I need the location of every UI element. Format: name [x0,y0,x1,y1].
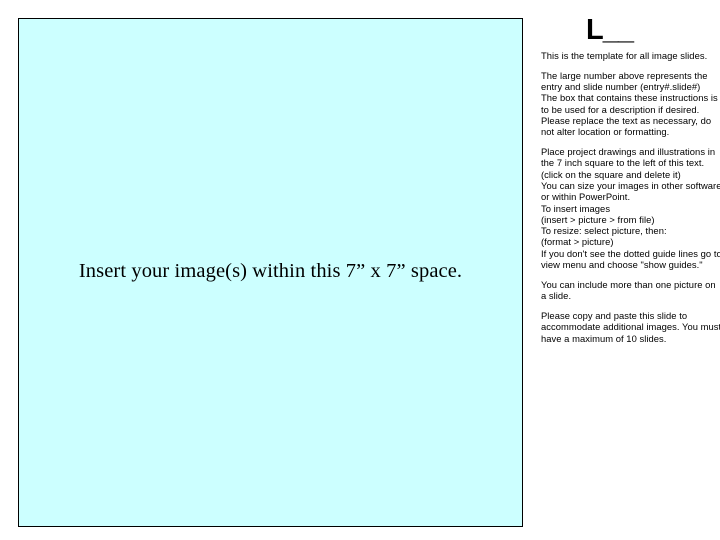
image-placeholder-box[interactable]: Insert your image(s) within this 7” x 7”… [18,18,523,527]
slide-canvas: Insert your image(s) within this 7” x 7”… [0,0,720,540]
image-placeholder-caption: Insert your image(s) within this 7” x 7”… [78,260,463,283]
instructions-paragraph: Please copy and paste this slide to acco… [541,309,720,344]
slide-number-placeholder[interactable]: L__ [586,16,646,45]
instructions-text-box[interactable]: This is the template for all image slide… [541,50,720,344]
instructions-paragraph: The large number above represents the en… [541,69,718,138]
instructions-paragraph: This is the template for all image slide… [541,50,708,61]
instructions-paragraph: You can include more than one picture on… [541,278,716,302]
instructions-paragraph: Place project drawings and illustrations… [541,146,720,271]
